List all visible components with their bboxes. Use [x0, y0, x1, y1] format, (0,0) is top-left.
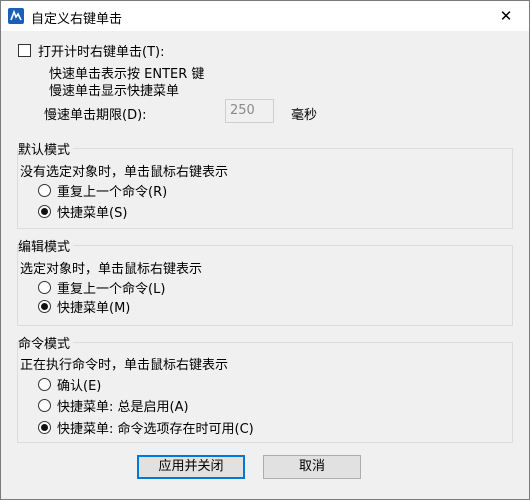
default-mode-title: 默认模式: [18, 139, 74, 158]
edit-mode-title: 编辑模式: [18, 236, 74, 255]
default-shortcut-menu-label: 快捷菜单(S): [57, 206, 128, 221]
command-shortcut-options-label: 快捷菜单: 命令选项存在时可用(C): [57, 422, 254, 437]
command-shortcut-options-radio[interactable]: [38, 421, 51, 434]
default-repeat-last-label: 重复上一个命令(R): [57, 185, 168, 200]
title-bar: 自定义右键单击 ✕: [1, 1, 529, 31]
command-mode-title: 命令模式: [18, 333, 74, 352]
close-icon[interactable]: ✕: [483, 1, 529, 31]
apply-and-close-button[interactable]: 应用并关闭: [137, 455, 245, 479]
command-confirm-radio[interactable]: [38, 378, 51, 391]
command-shortcut-always-radio[interactable]: [38, 399, 51, 412]
limit-unit-label: 毫秒: [291, 108, 318, 123]
dialog-window: 自定义右键单击 ✕ 打开计时右键单击(T): 快速单击表示按 ENTER 键 慢…: [0, 0, 530, 500]
command-mode-description: 正在执行命令时，单击鼠标右键表示: [20, 358, 229, 373]
command-confirm-label: 确认(E): [57, 379, 102, 394]
cancel-button[interactable]: 取消: [263, 455, 361, 479]
edit-shortcut-menu-label: 快捷菜单(M): [57, 301, 131, 316]
timer-right-click-checkbox[interactable]: [18, 44, 31, 57]
window-title: 自定义右键单击: [31, 12, 123, 27]
timer-checkbox-label: 打开计时右键单击(T):: [38, 45, 165, 60]
slow-click-limit-input[interactable]: 250: [225, 99, 274, 123]
slow-click-limit-label: 慢速单击期限(D):: [44, 108, 147, 123]
edit-shortcut-menu-radio[interactable]: [38, 300, 51, 313]
default-repeat-last-radio[interactable]: [38, 184, 51, 197]
edit-repeat-last-label: 重复上一个命令(L): [57, 282, 166, 297]
default-mode-description: 没有选定对象时，单击鼠标右键表示: [20, 165, 229, 180]
edit-repeat-last-radio[interactable]: [38, 281, 51, 294]
edit-mode-description: 选定对象时，单击鼠标右键表示: [20, 262, 203, 277]
command-shortcut-always-label: 快捷菜单: 总是启用(A): [57, 400, 189, 415]
slow-click-description: 慢速单击显示快捷菜单: [49, 84, 180, 99]
app-icon: [8, 8, 24, 24]
default-shortcut-menu-radio[interactable]: [38, 205, 51, 218]
